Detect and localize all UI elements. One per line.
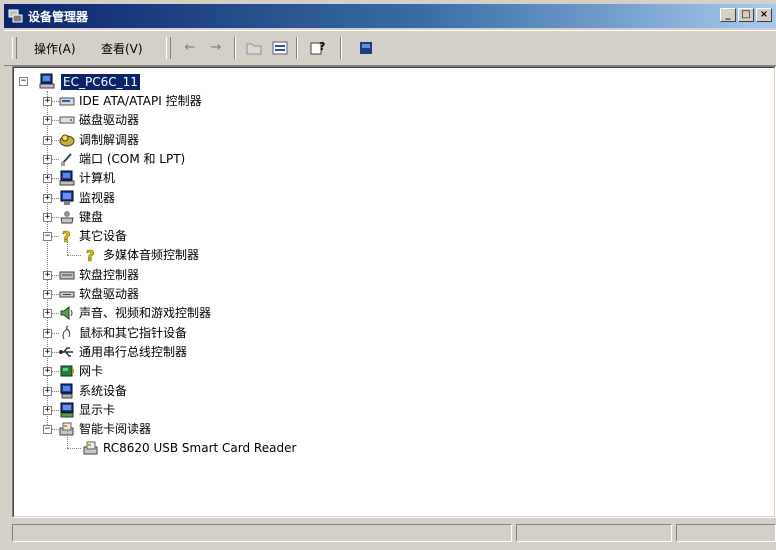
monitor-icon (60, 190, 74, 205)
display-adapter-icon (60, 402, 74, 418)
help-icon[interactable]: ? (308, 39, 328, 57)
minimize-button[interactable]: _ (720, 8, 736, 22)
tree-item-label[interactable]: IDE ATA/ATAPI 控制器 (79, 93, 202, 109)
menu-view[interactable]: 查看(V) (101, 40, 143, 57)
device-tree[interactable]: − EC_PC6C_11 + IDE ATA/ATAPI 控制器 + 磁盘驱动器 + 调制… (12, 66, 776, 518)
tree-item-label[interactable]: 键盘 (79, 209, 103, 225)
tree-item-label[interactable]: 磁盘驱动器 (79, 112, 139, 128)
floppy-controller-icon (59, 271, 75, 280)
expand-toggle[interactable]: + (43, 405, 52, 415)
modem-icon (59, 134, 75, 147)
menu-action[interactable]: 操作(A) (34, 40, 76, 57)
title-bar[interactable]: 设备管理器 _ □ × (4, 4, 776, 28)
properties-icon[interactable] (270, 39, 290, 57)
expand-toggle[interactable]: + (43, 154, 52, 164)
collapse-toggle[interactable]: − (43, 232, 52, 242)
expand-toggle[interactable]: + (43, 347, 52, 357)
svg-text:?: ? (86, 247, 95, 263)
collapse-toggle[interactable]: − (19, 77, 28, 86)
system-device-icon (60, 383, 73, 398)
unknown-device-icon: ? (86, 247, 95, 263)
ide-controller-icon (59, 97, 75, 106)
tree-item-label[interactable]: 显示卡 (79, 402, 115, 418)
tree-item-label[interactable]: 调制解调器 (79, 132, 139, 148)
svg-text:?: ? (319, 40, 325, 53)
collapse-toggle[interactable]: − (43, 425, 52, 435)
expand-toggle[interactable]: + (43, 290, 52, 299)
device-manager-icon (8, 9, 23, 23)
back-arrow-icon[interactable]: ← (180, 39, 200, 57)
keyboard-icon (60, 210, 74, 224)
toolbar-grip-2[interactable] (166, 37, 171, 59)
tree-item-label[interactable]: 其它设备 (79, 228, 127, 244)
close-button[interactable]: × (756, 8, 772, 22)
view-icon[interactable] (356, 39, 376, 57)
tree-item-label[interactable]: 系统设备 (79, 383, 127, 399)
toolbar-grip[interactable] (12, 37, 17, 59)
computer-icon (39, 73, 55, 89)
disk-drive-icon (59, 116, 75, 124)
tree-item-label[interactable]: 鼠标和其它指针设备 (79, 325, 187, 341)
expand-toggle[interactable]: + (43, 193, 52, 203)
tree-connector (67, 255, 81, 257)
toolbar-separator (296, 37, 298, 59)
usb-icon (59, 347, 73, 357)
tree-item-label[interactable]: 监视器 (79, 190, 115, 206)
toolbar-separator (340, 37, 342, 59)
computer-icon (59, 170, 75, 186)
expand-toggle[interactable]: + (43, 116, 52, 126)
mouse-icon (62, 325, 71, 339)
expand-toggle[interactable]: + (43, 212, 52, 222)
tree-item-label[interactable]: 软盘驱动器 (79, 286, 139, 302)
menu-toolbar: 操作(A) 查看(V) ← → ? (4, 30, 776, 66)
expand-toggle[interactable]: + (43, 97, 52, 106)
forward-arrow-icon[interactable]: → (206, 39, 226, 57)
expand-toggle[interactable]: + (43, 135, 52, 145)
status-bar (12, 522, 776, 544)
network-card-icon (60, 365, 74, 377)
tree-item-label[interactable]: 通用串行总线控制器 (79, 344, 187, 360)
status-cell-3 (676, 524, 776, 542)
computer-name[interactable]: EC_PC6C_11 (61, 74, 140, 90)
sound-icon (60, 306, 73, 321)
expand-toggle[interactable]: + (43, 328, 52, 338)
tree-connector (67, 448, 81, 450)
expand-toggle[interactable]: + (43, 309, 52, 319)
toolbar-separator (234, 37, 236, 59)
tree-item-label[interactable]: 智能卡阅读器 (79, 421, 151, 437)
tree-item-label[interactable]: 网卡 (79, 363, 103, 379)
status-cell-2 (516, 524, 672, 542)
window-title: 设备管理器 (28, 10, 89, 24)
maximize-button[interactable]: □ (738, 8, 754, 22)
tree-connector (67, 431, 68, 449)
folder-icon[interactable] (244, 39, 264, 57)
expand-toggle[interactable]: + (43, 386, 52, 396)
tree-item-label[interactable]: 声音、视频和游戏控制器 (79, 305, 211, 321)
expand-toggle[interactable]: + (43, 270, 52, 280)
tree-child-label[interactable]: 多媒体音频控制器 (103, 247, 199, 263)
tree-item-label[interactable]: 计算机 (79, 170, 115, 186)
tree-item-label[interactable]: 端口 (COM 和 LPT) (79, 151, 185, 167)
device-manager-window: 设备管理器 _ □ × 操作(A) 查看(V) ← → ? − EC_PC6C_… (0, 0, 776, 550)
tree-connector (67, 238, 68, 256)
expand-toggle[interactable]: + (43, 367, 52, 377)
floppy-drive-icon (59, 291, 75, 298)
smart-card-reader-icon (83, 441, 98, 455)
expand-toggle[interactable]: + (43, 174, 52, 184)
tree-child-label[interactable]: RC8620 USB Smart Card Reader (103, 440, 296, 456)
port-icon (61, 153, 72, 166)
status-cell-1 (12, 524, 512, 542)
tree-item-label[interactable]: 软盘控制器 (79, 267, 139, 283)
